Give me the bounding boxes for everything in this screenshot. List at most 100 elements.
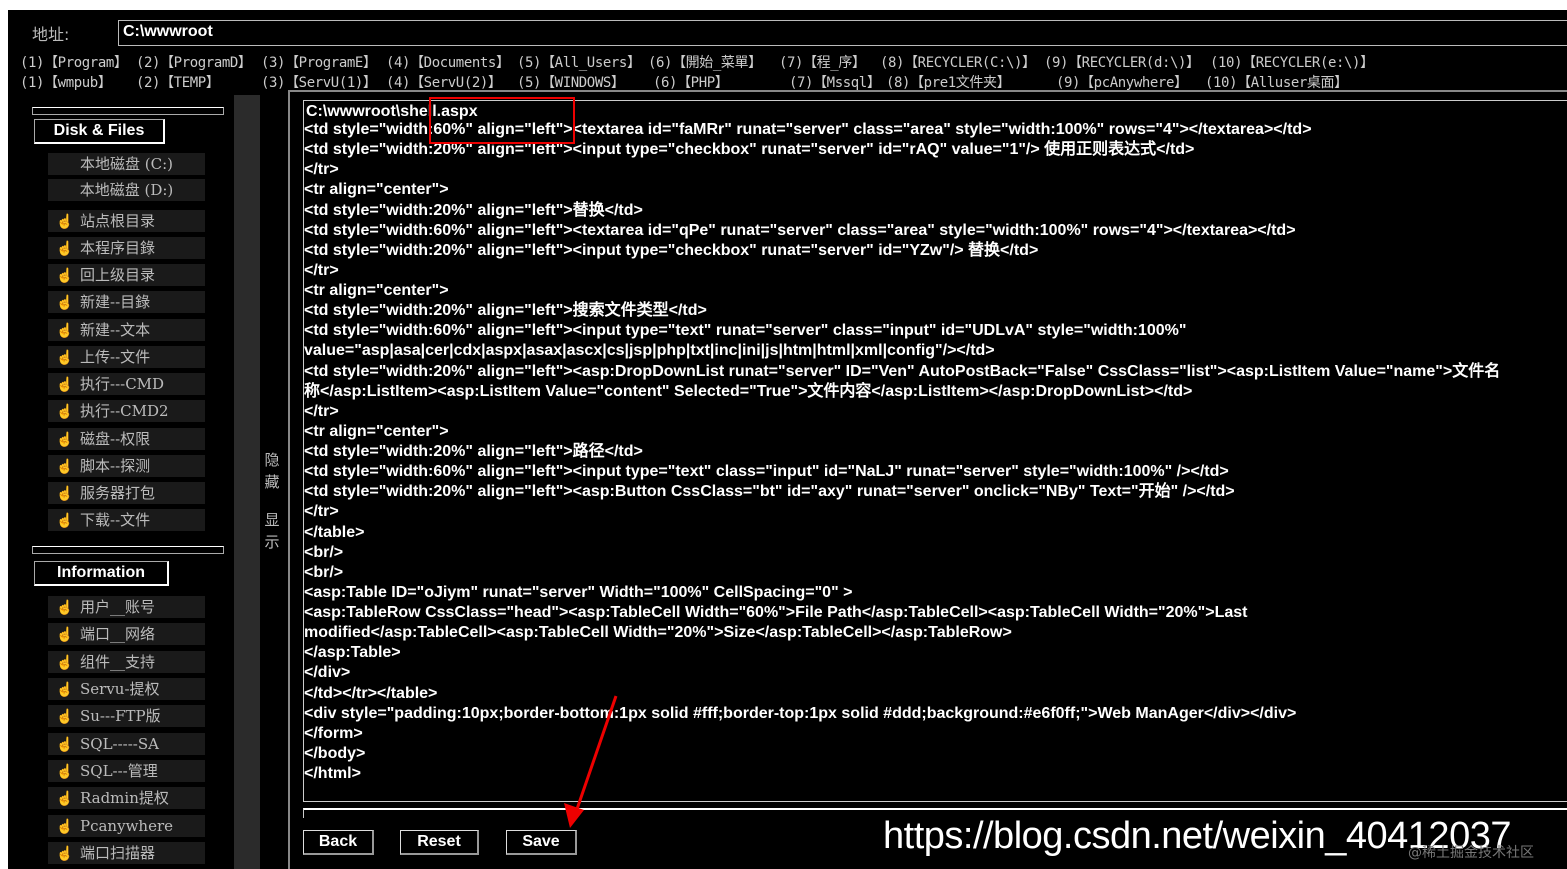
menu-item-label: 用户__账号 [80,598,156,616]
menu-item-parent-dir[interactable]: ☝ 回上级目录 [48,264,205,286]
code-line: </table> [304,523,365,541]
quick-link[interactable]: (7)【程_序】 [779,52,866,72]
menu-item-cmd[interactable]: ☝ 执行---CMD [48,373,205,395]
pointer-hand-icon: ☝ [56,682,74,698]
code-line: </div> [304,664,351,682]
code-line: <td style="width:60%" align="left"><inpu… [304,322,1187,340]
menu-item-label: 执行---CMD [80,375,165,393]
code-line: <tr align="center"> [304,181,449,199]
menu-item-server-pack[interactable]: ☝ 服务器打包 [48,482,205,504]
menu-item-label: 新建--文本 [80,321,151,339]
code-line: </tr> [304,161,339,179]
quick-link[interactable]: (2)【TEMP】 [136,72,220,92]
menu-item-port-scanner[interactable]: ☝ 端口扫描器 [48,842,205,864]
code-line: <tr align="center"> [304,422,449,440]
reset-button[interactable]: Reset [400,830,479,855]
quick-link[interactable]: (8)【pre1文件夹】 [886,72,1011,92]
menu-item-new-dir[interactable]: ☝ 新建--目錄 [48,291,205,313]
menu-item-sql-sa[interactable]: ☝ SQL-----SA [48,733,205,755]
code-line: <td style="width:20%" align="left">替换</t… [304,201,643,219]
code-line: modified</asp:TableCell><asp:TableCell W… [304,624,1012,642]
pointer-hand-icon: ☝ [56,377,74,393]
pointer-hand-icon: ☝ [56,459,74,475]
menu-item-disk-perms[interactable]: ☝ 磁盘--权限 [48,428,205,450]
quick-link[interactable]: (7)【Mssql】 [789,72,881,92]
menu-item-sql-manage[interactable]: ☝ SQL---管理 [48,760,205,782]
code-line: <asp:TableRow CssClass="head"><asp:Table… [304,604,1248,621]
quick-link[interactable]: (6)【開始_菜單】 [648,52,762,72]
quick-link[interactable]: (10)【Alluser桌面】 [1205,72,1348,92]
quick-link[interactable]: (5)【WINDOWS】 [517,72,625,92]
section-title-disk-files: Disk & Files [34,119,165,144]
quick-link[interactable]: (3)【ServU(1)】 [261,72,377,92]
quick-link[interactable]: (4)【Documents】 [386,52,510,72]
menu-item-cmd2[interactable]: ☝ 执行--CMD2 [48,400,205,422]
menu-item-components[interactable]: ☝ 组件__支持 [48,651,205,673]
section-divider [32,107,224,115]
code-line: </html> [304,765,361,782]
code-line: </tr> [304,402,339,420]
address-input[interactable]: C:\wwwroot [118,20,1567,46]
menu-item-label: 磁盘--权限 [80,430,151,448]
menu-item-ports-network[interactable]: ☝ 端口__网络 [48,623,205,645]
menu-item-label: 端口__网络 [80,625,156,643]
code-line: <asp:Table ID="oJiym" runat="server" Wid… [304,583,853,601]
pointer-hand-icon: ☝ [56,214,74,230]
quick-link[interactable]: (6)【PHP】 [653,72,729,92]
menu-item-radmin[interactable]: ☝ Radmin提权 [48,787,205,809]
menu-item-program-dir[interactable]: ☝ 本程序目錄 [48,237,205,259]
webshell-window: 地址: C:\wwwroot (1)【Program】 (2)【ProgramD… [8,10,1567,869]
menu-item-label: 执行--CMD2 [80,402,169,420]
back-button[interactable]: Back [303,830,374,855]
menu-item-label: 下载--文件 [80,511,151,529]
quick-link[interactable]: (4)【ServU(2)】 [386,72,502,92]
code-line: <td style="width:20%" align="left"><asp:… [304,362,1501,380]
quick-link[interactable]: (8)【RECYCLER(C:\)】 [880,52,1036,72]
hide-label-2[interactable]: 藏 [263,472,281,492]
code-line: <br/> [304,543,344,561]
drive-c[interactable]: 本地磁盘 (C:) [48,153,205,175]
menu-item-label: 本程序目錄 [80,239,156,257]
pointer-hand-icon: ☝ [56,737,74,753]
code-line: </asp:Table> [304,644,401,662]
show-label-1[interactable]: 显 [263,510,281,530]
pointer-hand-icon: ☝ [56,764,74,780]
menu-item-new-text[interactable]: ☝ 新建--文本 [48,319,205,341]
menu-item-script-probe[interactable]: ☝ 脚本--探测 [48,455,205,477]
menu-item-servu-escalate[interactable]: ☝ Servu-提权 [48,678,205,700]
quick-link[interactable]: (9)【RECYCLER(d:\)】 [1044,52,1200,72]
code-line: <div style="padding:10px;border-bottom:1… [304,704,1297,722]
quick-link[interactable]: (2)【ProgramD】 [136,52,252,72]
sidebar-scrollbar[interactable] [234,95,260,869]
hide-label-1[interactable]: 隐 [263,450,281,470]
quick-link[interactable]: (3)【ProgramE】 [261,52,377,72]
code-line: <td style="width:20%" align="left"><inpu… [304,241,1039,259]
quick-link[interactable]: (9)【pcAnywhere】 [1056,72,1188,92]
menu-item-label: 端口扫描器 [80,844,156,862]
menu-item-download[interactable]: ☝ 下载--文件 [48,509,205,531]
show-label-2[interactable]: 示 [263,532,281,552]
quick-link[interactable]: (5)【All_Users】 [517,52,641,72]
menu-item-su-ftp[interactable]: ☝ Su---FTP版 [48,705,205,727]
quick-link[interactable]: (1)【Program】 [20,52,128,72]
arrow-head [564,803,584,828]
code-editor[interactable]: <td style="width:60%" align="left"><text… [303,100,1567,802]
menu-item-label: SQL---管理 [80,762,158,780]
menu-item-upload[interactable]: ☝ 上传--文件 [48,346,205,368]
menu-item-site-root[interactable]: ☝ 站点根目录 [48,210,205,232]
code-line: value="asp|asa|cer|cdx|aspx|asax|ascx|cs… [304,342,995,360]
pointer-hand-icon: ☝ [56,486,74,502]
menu-item-pcanywhere[interactable]: ☝ Pcanywhere [48,815,205,837]
quick-link[interactable]: (10)【RECYCLER(e:\)】 [1210,52,1374,72]
arrow-annotation [564,695,618,828]
menu-item-user-accounts[interactable]: ☝ 用户__账号 [48,596,205,618]
menu-item-label: SQL-----SA [80,735,159,753]
menu-item-label: 新建--目錄 [80,293,151,311]
quick-link[interactable]: (1)【wmpub】 [20,72,112,92]
drive-d[interactable]: 本地磁盘 (D:) [48,179,205,201]
pointer-hand-icon: ☝ [56,513,74,529]
pointer-hand-icon: ☝ [56,846,74,862]
menu-item-label: Radmin提权 [80,789,169,807]
code-line: <td style="width:60%" align="left"><inpu… [304,463,1229,481]
sidebar: Disk & Files 本地磁盘 (C:) 本地磁盘 (D:) ☝ 站点根目录 … [8,95,234,869]
